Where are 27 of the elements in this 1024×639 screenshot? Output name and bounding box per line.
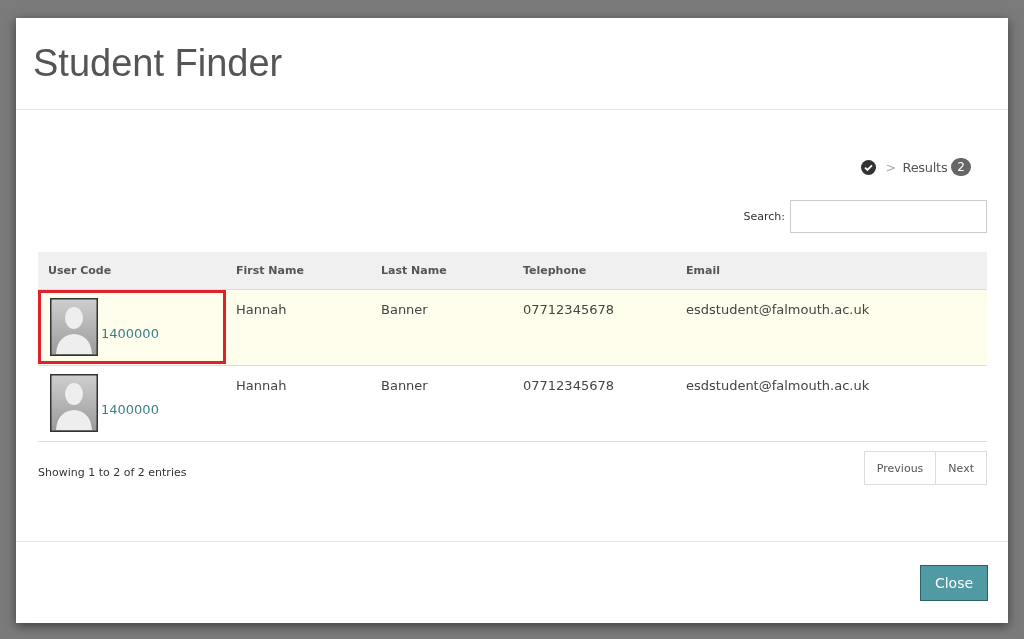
table-cell-text: esdstudent@falmouth.ac.uk [685,377,871,393]
avatar-icon [50,298,98,356]
table-cell-text: Hannah [235,377,288,393]
column-header[interactable]: Telephone [513,264,676,277]
search-label: Search: [743,210,785,223]
table-cell-text: 07712345678 [522,301,615,317]
user-code-link[interactable]: 1400000 [101,325,159,341]
table-cell-text: Banner [380,377,429,393]
entries-info: Showing 1 to 2 of 2 entries [38,465,187,479]
breadcrumb-item[interactable]: Results [902,159,948,175]
breadcrumb-separator: > [885,159,897,175]
table-cell-text: Hannah [235,301,288,317]
column-header[interactable]: User Code [38,264,226,277]
table-cell-text: Banner [380,301,429,317]
user-code-link[interactable]: 1400000 [101,401,159,417]
column-header[interactable]: First Name [226,264,371,277]
column-header[interactable]: Last Name [371,264,513,277]
avatar-icon [50,374,98,432]
search-field[interactable] [790,200,987,233]
count-badge: 2 [951,158,971,176]
table-cell-text: esdstudent@falmouth.ac.uk [685,301,871,317]
column-header[interactable]: Email [676,264,987,277]
pagination-button[interactable]: Next [935,451,987,485]
dialog-title: Student Finder [33,42,283,85]
pagination-button[interactable]: Previous [863,451,937,485]
check-circle-icon [860,159,876,175]
table-cell-text: 07712345678 [522,377,615,393]
